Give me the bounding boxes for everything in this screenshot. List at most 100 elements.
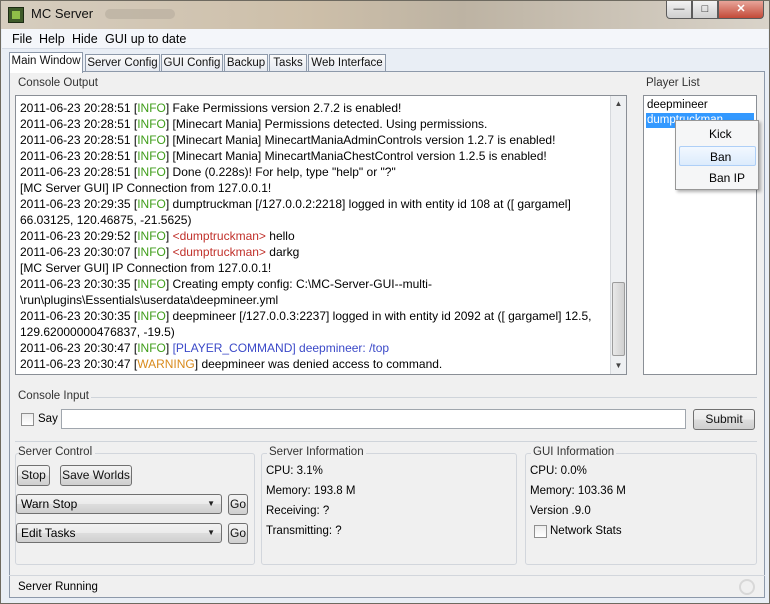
gui-cpu: CPU: 0.0% [530, 465, 587, 477]
tasks-select[interactable]: Edit Tasks ▼ [16, 523, 222, 543]
console-blue-text: [PLAYER_COMMAND] deepmineer: /top [172, 341, 390, 355]
console-line: 2011-06-23 20:29:52 [INFO] <dumptruckman… [20, 228, 608, 244]
context-ban-ip[interactable]: Ban IP [679, 168, 756, 188]
console-line: 2011-06-23 20:30:47 [INFO] [PLAYER_COMMA… [20, 340, 608, 356]
stop-mode-value: Warn Stop [21, 497, 78, 511]
scroll-thumb[interactable] [612, 282, 625, 356]
console-text: hello [265, 229, 295, 243]
server-control-label: Server Control [18, 446, 96, 458]
window-title: MC Server [31, 6, 94, 21]
tasks-value: Edit Tasks [21, 526, 76, 540]
console-command-input[interactable] [61, 409, 686, 429]
console-output[interactable]: 2011-06-23 20:28:51 [INFO] Fake Permissi… [15, 95, 627, 375]
console-text: 2011-06-23 20:30:35 [ [20, 309, 138, 323]
minimize-button[interactable]: — [666, 1, 692, 19]
console-text: [MC Server GUI] IP Connection from 127.0… [20, 181, 272, 195]
server-info-label: Server Information [267, 446, 366, 458]
context-ban[interactable]: Ban [679, 146, 756, 166]
console-text: 2011-06-23 20:28:51 [ [20, 149, 138, 163]
console-line: 2011-06-23 20:28:51 [INFO] [Minecart Man… [20, 116, 608, 132]
console-text: ] deepmineer was denied access to comman… [194, 357, 443, 371]
menu-help[interactable]: Help [39, 32, 65, 46]
console-text: 2011-06-23 20:28:51 [ [20, 133, 138, 147]
console-text: 2011-06-23 20:30:47 [ [20, 341, 138, 355]
stop-button[interactable]: Stop [17, 465, 50, 486]
console-text: ] [165, 245, 173, 259]
menu-file[interactable]: File [12, 32, 32, 46]
console-output-label: Console Output [18, 77, 98, 89]
console-text: ] Done (0.228s)! For help, type "help" o… [165, 165, 396, 179]
console-text: 2011-06-23 20:28:51 [ [20, 165, 138, 179]
console-red-text: <dumptruckman> [172, 245, 266, 259]
tab-server-config[interactable]: Server Config [85, 54, 160, 72]
maximize-icon: □ [701, 3, 709, 15]
console-line: 2011-06-23 20:30:35 [INFO] deepmineer [/… [20, 308, 608, 340]
console-text: ] [Minecart Mania] MinecartManiaAdminCon… [165, 133, 556, 147]
status-bar [9, 575, 765, 598]
network-stats-checkbox[interactable] [534, 525, 547, 538]
console-red-text: <dumptruckman> [172, 229, 266, 243]
scroll-down-icon[interactable]: ▼ [611, 358, 626, 374]
console-scrollbar[interactable]: ▲ ▼ [610, 96, 626, 374]
busy-spinner-icon [739, 579, 755, 595]
tab-backup[interactable]: Backup [224, 54, 268, 72]
menu-hide[interactable]: Hide [72, 32, 98, 46]
console-text: 2011-06-23 20:29:35 [ [20, 197, 138, 211]
console-info-text: INFO [137, 229, 166, 243]
minecraft-app-icon [8, 7, 24, 23]
tab-gui-config[interactable]: GUI Config [161, 54, 223, 72]
context-kick[interactable]: Kick [679, 124, 756, 144]
tab-main-window[interactable]: Main Window [9, 52, 83, 73]
console-info-text: INFO [137, 165, 166, 179]
console-line: 2011-06-23 20:28:51 [INFO] Done (0.228s)… [20, 164, 608, 180]
console-text: 2011-06-23 20:30:35 [ [20, 277, 138, 291]
console-text: darkg [265, 245, 300, 259]
divider [91, 397, 757, 398]
chevron-down-icon: ▼ [207, 499, 215, 508]
blurred-region [105, 9, 175, 19]
network-stats-label: Network Stats [550, 525, 622, 537]
console-info-text: INFO [137, 149, 166, 163]
console-text: 2011-06-23 20:28:51 [ [20, 117, 138, 131]
scroll-up-icon[interactable]: ▲ [611, 96, 626, 112]
console-line: [MC Server GUI] IP Connection from 127.0… [20, 260, 608, 276]
server-cpu: CPU: 3.1% [266, 465, 323, 477]
say-checkbox[interactable] [21, 413, 34, 426]
player-item[interactable]: deepmineer [646, 98, 754, 113]
console-line: 2011-06-23 20:28:51 [INFO] [Minecart Man… [20, 148, 608, 164]
gui-memory: Memory: 103.36 M [530, 485, 626, 497]
minimize-icon: — [673, 3, 685, 15]
maximize-button[interactable]: □ [692, 1, 718, 19]
go-button[interactable]: Go [228, 523, 248, 544]
console-info-text: INFO [137, 245, 166, 259]
console-text: ] [165, 341, 173, 355]
console-text: 2011-06-23 20:30:47 [ [20, 357, 138, 371]
server-receiving: Receiving: ? [266, 505, 330, 517]
server-transmitting: Transmitting: ? [266, 525, 342, 537]
close-icon: ✕ [736, 3, 746, 15]
chevron-down-icon: ▼ [207, 528, 215, 537]
app-window: MC Server — □ ✕ File Help Hide GUI up to… [0, 0, 770, 604]
title-bar[interactable]: MC Server — □ ✕ [1, 1, 769, 29]
console-info-text: INFO [137, 277, 166, 291]
go-button[interactable]: Go [228, 494, 248, 515]
console-info-text: INFO [137, 101, 166, 115]
gui-version: Version .9.0 [530, 505, 591, 517]
console-text: 2011-06-23 20:29:52 [ [20, 229, 138, 243]
console-text: ] [165, 229, 173, 243]
stop-mode-select[interactable]: Warn Stop ▼ [16, 494, 222, 514]
tab-tasks[interactable]: Tasks [269, 54, 307, 72]
menu-bar: File Help Hide GUI up to date [2, 29, 768, 49]
menu-gui-up-to-date[interactable]: GUI up to date [105, 32, 186, 46]
tab-web-interface[interactable]: Web Interface [308, 54, 386, 72]
console-line: 2011-06-23 20:30:47 [WARNING] deepmineer… [20, 356, 608, 372]
console-info-text: INFO [137, 197, 166, 211]
console-line: 2011-06-23 20:30:07 [INFO] <dumptruckman… [20, 244, 608, 260]
submit-button[interactable]: Submit [693, 409, 755, 430]
console-text: 2011-06-23 20:28:51 [ [20, 101, 138, 115]
console-line: 2011-06-23 20:29:35 [INFO] dumptruckman … [20, 196, 608, 228]
save-worlds-button[interactable]: Save Worlds [60, 465, 132, 486]
player-list-label: Player List [646, 77, 700, 89]
close-button[interactable]: ✕ [718, 1, 764, 19]
console-warn-text: WARNING [137, 357, 195, 371]
